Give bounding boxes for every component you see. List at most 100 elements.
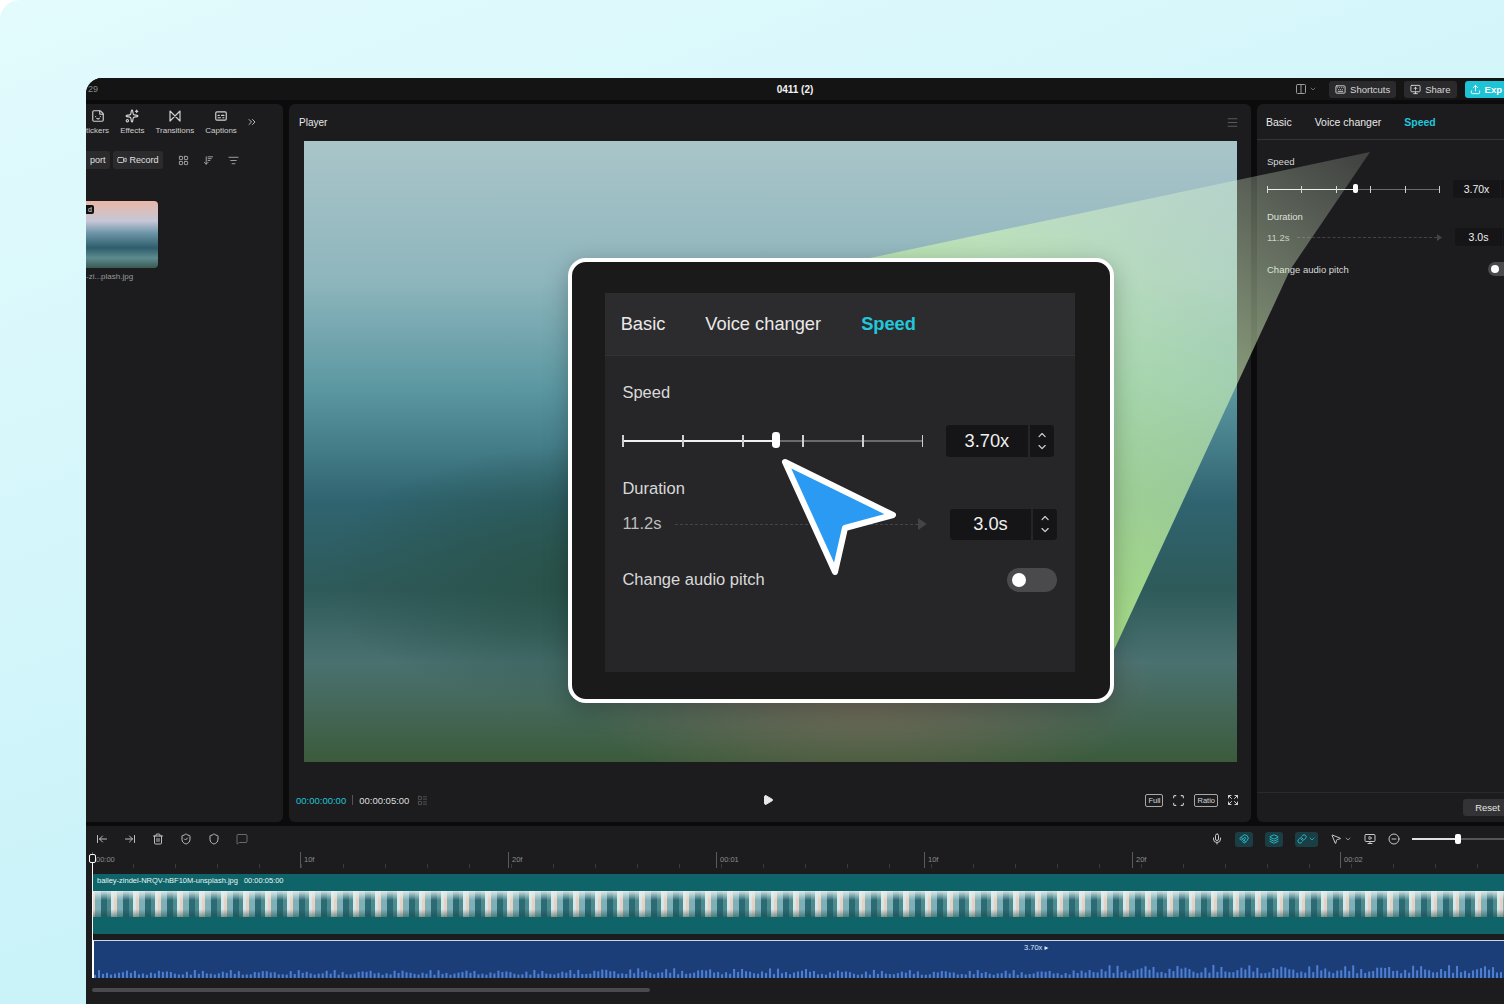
playhead-handle[interactable] (89, 854, 96, 863)
inspector-tab[interactable]: Basic (1266, 116, 1292, 128)
duration-line (1297, 237, 1437, 238)
marker-icon[interactable] (180, 833, 192, 845)
main-track-magnet[interactable] (1235, 832, 1253, 847)
mic-icon[interactable] (1211, 833, 1223, 845)
speed-slider[interactable] (1267, 183, 1440, 195)
duration-value[interactable]: 3.0s (1455, 228, 1502, 246)
delete-icon[interactable] (152, 833, 164, 845)
media-panel: tickers Effects Transitions Captions portRec… (86, 104, 283, 822)
play-button[interactable] (762, 794, 774, 806)
reset-button[interactable]: Reset (1463, 799, 1504, 816)
zoom-out-icon[interactable] (1388, 833, 1400, 845)
chevron-down-icon[interactable] (1309, 85, 1317, 93)
linkage[interactable] (1295, 832, 1318, 847)
speed-stepper[interactable] (1501, 180, 1504, 198)
chevron-down-icon[interactable] (1039, 524, 1051, 536)
slider-tick (742, 435, 744, 447)
pitch-row: Change audio pitch (1267, 262, 1504, 276)
chevron-up-icon[interactable] (1039, 512, 1051, 524)
list-icon[interactable] (417, 795, 428, 806)
speed-stepper[interactable] (1030, 425, 1054, 456)
playhead[interactable] (92, 854, 93, 978)
chevron-down-icon[interactable] (1344, 835, 1352, 843)
select-tool[interactable] (1330, 833, 1352, 845)
chevron-down-icon[interactable] (1036, 441, 1048, 453)
inspector-tabs: Basic Voice changer Speed (605, 293, 1075, 356)
media-thumbnail[interactable]: d (86, 201, 158, 268)
media-tab[interactable]: Effects (120, 109, 144, 135)
speed-value[interactable]: 3.70x (1453, 180, 1500, 198)
slider-fill (1267, 189, 1355, 190)
menu-icon[interactable] (1226, 116, 1239, 129)
trim-left-icon[interactable] (96, 833, 108, 845)
shield-icon[interactable] (208, 833, 220, 845)
fullscreen-icon[interactable] (1227, 794, 1239, 806)
inspector-tabs: Basic Voice changer Speed (1257, 104, 1504, 140)
title-button[interactable]: Share (1404, 81, 1456, 98)
more-tabs[interactable] (246, 116, 258, 128)
inspector-tab[interactable]: Basic (621, 313, 666, 335)
clip-name: bailey-zindel-NRQV-hBF10M-unsplash.jpg (97, 876, 238, 885)
film-strip (92, 891, 1504, 917)
pitch-toggle[interactable] (1488, 262, 1504, 276)
inspector-tab[interactable]: Voice changer (1315, 116, 1382, 128)
inspector-panel: BasicVoice changerSpeedSpeed3.70xDuratio… (1257, 104, 1504, 822)
original-duration: 11.2s (622, 514, 660, 534)
slider-thumb[interactable] (772, 432, 781, 448)
comment-icon[interactable] (236, 833, 248, 845)
zoom-out[interactable] (1388, 833, 1400, 845)
speed-row: 3.70x (1267, 180, 1504, 198)
play-icon[interactable] (762, 794, 774, 806)
speed-value[interactable]: 3.70x (946, 425, 1028, 456)
layout-icon[interactable] (1295, 83, 1307, 95)
preview-axis[interactable] (1364, 833, 1376, 845)
pitch-row: Change audio pitch (622, 568, 1057, 592)
media-tab[interactable]: Transitions (155, 109, 194, 135)
media-action-button[interactable]: port (86, 151, 110, 169)
slider-thumb[interactable] (1353, 184, 1358, 193)
pitch-toggle[interactable] (1007, 568, 1057, 592)
audio-clip[interactable]: 3.70x ▸ (92, 940, 1504, 978)
zoom-thumb[interactable] (1455, 834, 1461, 844)
filter-icon[interactable] (228, 155, 239, 166)
media-actions: portRecord (86, 150, 283, 170)
view-button[interactable]: Full (1145, 794, 1163, 807)
duration-stepper[interactable] (1503, 228, 1504, 246)
pointer-icon[interactable] (1330, 833, 1342, 845)
media-tab[interactable]: Captions (205, 109, 237, 135)
timecode-toggle[interactable] (417, 795, 428, 806)
link-icon[interactable] (1297, 834, 1307, 844)
record-voice[interactable] (1211, 833, 1223, 845)
grid-icon[interactable] (178, 155, 189, 166)
chevron-up-icon[interactable] (1036, 429, 1048, 441)
video-clip[interactable]: bailey-zindel-NRQV-hBF10M-unsplash.jpg00… (92, 874, 1504, 934)
zoom-slider[interactable] (1412, 834, 1504, 844)
chevron-down-icon[interactable] (1308, 835, 1316, 843)
media-action-button[interactable]: Record (113, 151, 163, 169)
duration-value[interactable]: 3.0s (950, 509, 1032, 540)
layers-icon[interactable] (1269, 834, 1279, 844)
layout-toggle[interactable] (1295, 83, 1317, 95)
timeline-scrollbar[interactable] (92, 988, 650, 992)
chevrons-right-icon[interactable] (246, 116, 258, 128)
media-item[interactable]: d-zi...plash.jpg (86, 201, 283, 281)
stickers-icon (91, 109, 105, 123)
auto-snap[interactable] (1265, 832, 1283, 847)
title-button[interactable]: Shortcuts (1329, 81, 1396, 98)
view-button[interactable]: Ratio (1194, 794, 1218, 807)
trim-right-icon[interactable] (124, 833, 136, 845)
sort-icon[interactable] (203, 155, 214, 166)
magnet-icon[interactable] (1239, 834, 1249, 844)
media-tab[interactable]: tickers (86, 109, 109, 135)
inspector-tab[interactable]: Speed (1404, 116, 1436, 128)
scan-icon[interactable] (1172, 794, 1185, 807)
speed-slider[interactable] (622, 430, 923, 451)
inspector-tab[interactable]: Voice changer (705, 313, 821, 335)
duration-stepper[interactable] (1033, 509, 1057, 540)
title-button[interactable]: Exp (1465, 81, 1504, 98)
effects-icon (125, 109, 139, 123)
monitor-icon[interactable] (1364, 833, 1376, 845)
timeline: 00:0010f20f00:0110f20f00:02bailey-zindel… (86, 826, 1504, 1004)
pitch-label: Change audio pitch (1267, 264, 1349, 275)
inspector-tab[interactable]: Speed (861, 313, 916, 335)
